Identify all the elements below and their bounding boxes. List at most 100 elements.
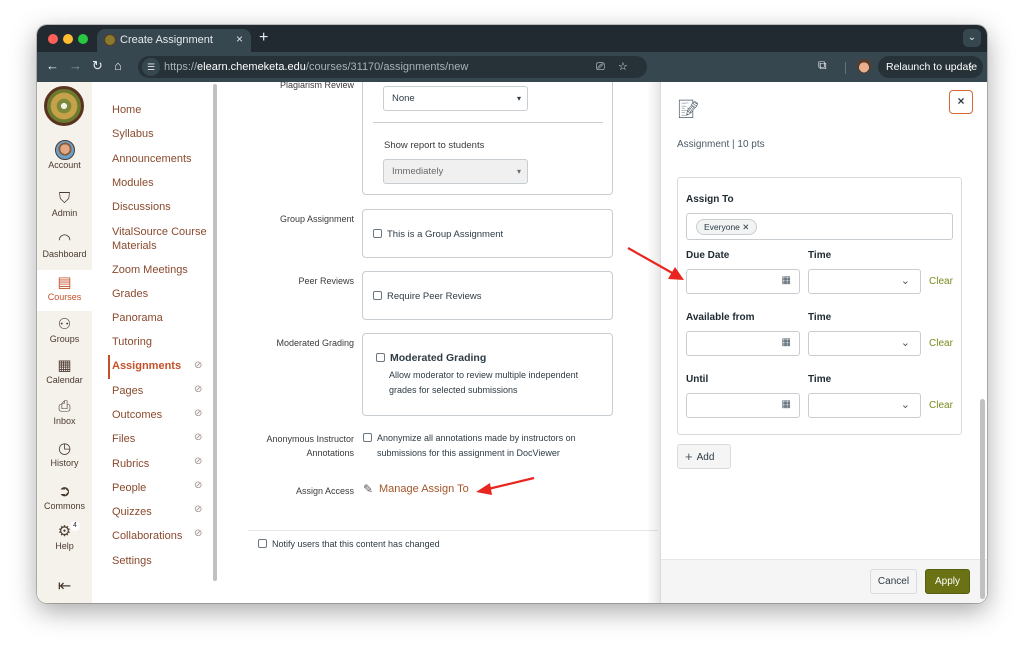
menu-dots-icon[interactable]: ⋮ bbox=[966, 56, 977, 78]
manage-assign-to-link[interactable]: Manage Assign To bbox=[379, 483, 469, 495]
course-nav-panorama[interactable]: Panorama bbox=[112, 312, 163, 324]
course-nav-syllabus[interactable]: Syllabus bbox=[112, 128, 154, 140]
checkbox[interactable] bbox=[376, 353, 385, 362]
course-nav-outcomes[interactable]: Outcomes bbox=[112, 409, 162, 421]
cancel-button[interactable]: Cancel bbox=[870, 569, 917, 594]
tab-close-icon[interactable]: × bbox=[236, 32, 243, 46]
course-nav-people[interactable]: People bbox=[112, 482, 146, 494]
tray-scrollbar[interactable] bbox=[980, 399, 985, 599]
course-nav-assignments[interactable]: Assignments bbox=[112, 360, 181, 372]
global-nav-history[interactable]: ◷ History bbox=[37, 440, 92, 468]
collapse-nav-icon[interactable]: ⇤ bbox=[37, 576, 92, 596]
global-nav-commons[interactable]: ➲ Commons bbox=[37, 483, 92, 511]
global-nav-help[interactable]: ⚙ 4 Help bbox=[37, 521, 92, 551]
course-nav-settings[interactable]: Settings bbox=[112, 555, 152, 567]
relaunch-button[interactable]: Relaunch to update ⋮ bbox=[878, 56, 983, 78]
peer-reviews-checkbox[interactable]: Require Peer Reviews bbox=[373, 291, 482, 302]
extensions-icon[interactable]: ⧉ bbox=[818, 58, 827, 73]
home-icon[interactable]: ⌂ bbox=[114, 58, 122, 73]
course-nav-pages[interactable]: Pages bbox=[112, 385, 143, 397]
back-arrow-icon[interactable]: ← bbox=[46, 58, 59, 73]
select-value: None bbox=[392, 93, 415, 104]
clear-available-from-button[interactable]: Clear bbox=[929, 338, 953, 349]
nav-label: Account bbox=[48, 160, 81, 170]
active-indicator bbox=[108, 355, 110, 379]
group-assignment-label: Group Assignment bbox=[279, 214, 354, 224]
clear-due-date-button[interactable]: Clear bbox=[929, 276, 953, 287]
add-assignee-button[interactable]: + Add bbox=[677, 444, 731, 469]
maximize-window-button[interactable] bbox=[78, 34, 88, 44]
notify-users-checkbox[interactable]: Notify users that this content has chang… bbox=[258, 539, 440, 549]
chevron-down-icon: ▾ bbox=[516, 167, 521, 176]
show-report-select[interactable]: Immediately ▾ bbox=[383, 159, 528, 184]
anonymous-annotations-checkbox[interactable]: Anonymize all annotations made by instru… bbox=[363, 433, 576, 443]
course-nav-tutoring[interactable]: Tutoring bbox=[112, 336, 152, 348]
site-settings-icon[interactable]: ☰ bbox=[142, 58, 160, 76]
course-nav-discussions[interactable]: Discussions bbox=[112, 201, 171, 213]
global-nav-inbox[interactable]: ⎙ Inbox bbox=[37, 398, 92, 426]
until-date-input[interactable]: ▦ bbox=[686, 393, 800, 418]
course-nav-announcements[interactable]: Announcements bbox=[112, 153, 192, 165]
bookmark-star-icon[interactable]: ☆ bbox=[618, 56, 628, 78]
institution-logo[interactable] bbox=[44, 86, 84, 126]
course-nav-scrollbar[interactable] bbox=[213, 84, 217, 581]
browser-window: Create Assignment × + ⌄ ← → ↻ ⌂ ☰ https:… bbox=[37, 25, 987, 603]
available-from-time-select[interactable]: ⌄ bbox=[808, 331, 921, 356]
tab-search-chevron-icon[interactable]: ⌄ bbox=[963, 29, 981, 47]
tab-title: Create Assignment bbox=[120, 34, 213, 46]
course-nav-files[interactable]: Files bbox=[112, 433, 135, 445]
calendar-icon[interactable]: ▦ bbox=[782, 337, 791, 348]
course-nav-vitalsource[interactable]: VitalSource Course Materials bbox=[112, 225, 207, 253]
moderated-grading-box: Moderated Grading Allow moderator to rev… bbox=[362, 333, 613, 416]
tab-create-assignment[interactable]: Create Assignment × bbox=[97, 29, 251, 52]
assign-to-input[interactable]: Everyone ✕ bbox=[686, 213, 953, 240]
available-from-input[interactable]: ▦ bbox=[686, 331, 800, 356]
course-nav-home[interactable]: Home bbox=[112, 104, 141, 116]
nav-label: Dashboard bbox=[42, 249, 87, 259]
close-tray-button[interactable]: × bbox=[949, 90, 973, 114]
group-assignment-checkbox[interactable]: This is a Group Assignment bbox=[373, 229, 503, 240]
checkbox[interactable] bbox=[258, 539, 267, 548]
minimize-window-button[interactable] bbox=[63, 34, 73, 44]
calendar-icon[interactable]: ▦ bbox=[782, 275, 791, 286]
clear-until-button[interactable]: Clear bbox=[929, 400, 953, 411]
reload-icon[interactable]: ↻ bbox=[92, 58, 103, 74]
assign-to-label: Assign To bbox=[686, 194, 734, 205]
book-icon: ▤ bbox=[57, 274, 72, 291]
course-nav-modules[interactable]: Modules bbox=[112, 177, 154, 189]
until-time-select[interactable]: ⌄ bbox=[808, 393, 921, 418]
moderated-grading-checkbox[interactable]: Moderated Grading bbox=[376, 352, 486, 364]
checkbox[interactable] bbox=[373, 291, 382, 300]
course-nav-rubrics[interactable]: Rubrics bbox=[112, 458, 149, 470]
due-date-input[interactable]: ▦ bbox=[686, 269, 800, 294]
course-nav-grades[interactable]: Grades bbox=[112, 288, 148, 300]
plagiarism-review-select[interactable]: None ▾ bbox=[383, 86, 528, 111]
global-nav-groups[interactable]: ⚇ Groups bbox=[37, 316, 92, 344]
global-nav-dashboard[interactable]: ◠ Dashboard bbox=[37, 231, 92, 259]
chevron-down-icon: ⌄ bbox=[900, 275, 910, 287]
global-nav-admin[interactable]: ⛉ Admin bbox=[37, 190, 92, 218]
course-nav-quizzes[interactable]: Quizzes bbox=[112, 506, 152, 518]
address-bar[interactable]: ☰ https://elearn.chemeketa.edu/courses/3… bbox=[138, 56, 647, 78]
global-nav-account[interactable]: Account bbox=[37, 140, 92, 170]
profile-avatar[interactable] bbox=[857, 59, 871, 73]
new-tab-button[interactable]: + bbox=[259, 29, 268, 47]
calendar-icon[interactable]: ▦ bbox=[782, 399, 791, 410]
global-nav-calendar[interactable]: ▦ Calendar bbox=[37, 357, 92, 385]
global-nav-courses[interactable]: ▤ Courses bbox=[37, 270, 92, 311]
commons-icon: ➲ bbox=[58, 483, 71, 500]
nav-label: Courses bbox=[47, 292, 82, 302]
cast-icon[interactable]: ⎚ bbox=[596, 56, 605, 78]
checkbox[interactable] bbox=[373, 229, 382, 238]
course-nav-zoom-meetings[interactable]: Zoom Meetings bbox=[112, 264, 188, 276]
apply-button[interactable]: Apply bbox=[925, 569, 970, 594]
checkbox[interactable] bbox=[363, 433, 372, 442]
close-window-button[interactable] bbox=[48, 34, 58, 44]
forward-arrow-icon[interactable]: → bbox=[69, 58, 82, 73]
remove-pill-icon[interactable]: ✕ bbox=[742, 222, 749, 232]
due-time-select[interactable]: ⌄ bbox=[808, 269, 921, 294]
desktop: Create Assignment × + ⌄ ← → ↻ ⌂ ☰ https:… bbox=[0, 0, 1024, 651]
course-nav-collaborations[interactable]: Collaborations bbox=[112, 530, 182, 542]
assignee-pill[interactable]: Everyone ✕ bbox=[696, 219, 758, 235]
nav-label: Help bbox=[55, 541, 74, 551]
